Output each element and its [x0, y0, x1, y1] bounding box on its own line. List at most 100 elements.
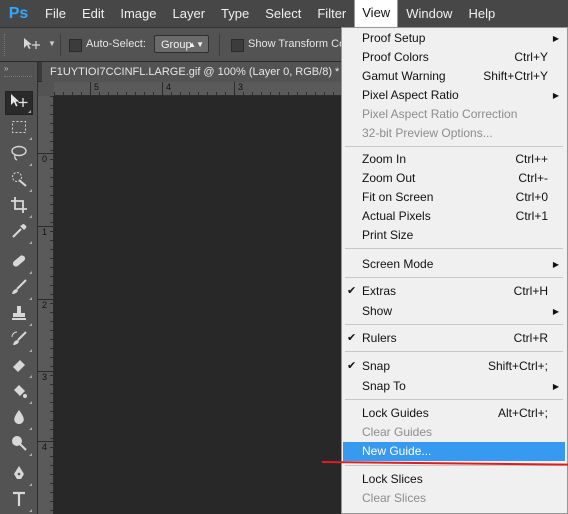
menu-item-lock-guides[interactable]: Lock Guides Alt+Ctrl+;	[343, 404, 565, 423]
brush-tool-button[interactable]	[5, 277, 33, 301]
menu-item-label: Clear Guides	[362, 425, 433, 439]
lasso-tool-button[interactable]	[5, 143, 33, 167]
crop-tool-button[interactable]	[5, 195, 33, 219]
show-transform-controls-checkbox[interactable]	[231, 39, 244, 52]
menu-item-label: Clear Slices	[362, 491, 427, 505]
tool-flyout-indicator	[29, 375, 32, 378]
checkmark-icon: ✔	[347, 360, 357, 372]
menu-item-label: Fit on Screen	[362, 190, 434, 204]
menu-item-clear-guides[interactable]: Clear Guides	[343, 423, 565, 442]
spot-healing-brush-tool-button[interactable]	[5, 251, 33, 275]
pen-tool-button[interactable]	[5, 463, 33, 487]
menu-item-label: Snap	[362, 359, 391, 373]
history-brush-tool-button[interactable]	[5, 329, 33, 353]
menu-separator	[345, 351, 563, 352]
chevron-updown-icon: ▲▼	[188, 40, 204, 49]
menu-item-snap-to[interactable]: Snap To ▶	[343, 377, 565, 396]
menu-item-print-size[interactable]: Print Size	[343, 226, 565, 245]
menu-item-label: New Guide...	[362, 444, 432, 458]
menu-item-label: Zoom Out	[362, 171, 416, 185]
menu-separator	[345, 399, 563, 400]
move-tool-button[interactable]	[5, 91, 33, 115]
menu-item-proof-colors[interactable]: Proof Colors Ctrl+Y	[343, 48, 565, 67]
ruler-label: 3	[42, 372, 48, 382]
menu-item-shortcut: Ctrl+R	[513, 331, 548, 345]
options-bar-grip[interactable]	[4, 34, 8, 56]
ruler-label: 4	[166, 82, 172, 92]
menu-item-shortcut: Ctrl+0	[515, 190, 548, 204]
vertical-ruler[interactable]: 0 1 2 3 4	[38, 96, 54, 514]
menu-item-clear-slices[interactable]: Clear Slices	[343, 489, 565, 508]
menu-item-pixel-aspect-ratio[interactable]: Pixel Aspect Ratio ▶	[343, 86, 565, 105]
tool-flyout-indicator	[29, 241, 32, 244]
menu-item-label: Pixel Aspect Ratio Correction	[362, 107, 518, 121]
paint-bucket-icon	[11, 383, 27, 403]
menu-item-lock-slices[interactable]: Lock Slices	[343, 470, 565, 489]
menu-item-32bit-preview-options[interactable]: 32-bit Preview Options...	[343, 124, 565, 143]
submenu-arrow-icon: ▶	[552, 260, 559, 269]
menu-item-actual-pixels[interactable]: Actual Pixels Ctrl+1	[343, 207, 565, 226]
clone-stamp-tool-button[interactable]	[5, 303, 33, 327]
menu-separator	[345, 146, 563, 147]
stamp-icon	[11, 305, 27, 325]
document-tab[interactable]: F1UYTIOI7CCINFL.LARGE.gif @ 100% (Layer …	[42, 62, 342, 82]
tool-flyout-indicator	[29, 323, 32, 326]
menu-separator	[345, 248, 563, 249]
menu-item-proof-setup[interactable]: Proof Setup ▶	[343, 29, 565, 48]
menu-item-label: Screen Mode	[362, 257, 434, 271]
menu-item-snap[interactable]: ✔ Snap Shift+Ctrl+;	[343, 357, 565, 376]
eraser-tool-button[interactable]	[5, 355, 33, 379]
menu-item-label: 32-bit Preview Options...	[362, 126, 493, 140]
ruler-label: 4	[42, 442, 48, 452]
menu-layer[interactable]: Layer	[165, 0, 214, 28]
tool-preset-dropdown-icon[interactable]: ▼	[48, 39, 56, 48]
ruler-label: 2	[42, 300, 48, 310]
menu-item-rulers[interactable]: ✔ Rulers Ctrl+R	[343, 329, 565, 348]
checkmark-icon: ✔	[347, 332, 357, 344]
paint-bucket-tool-button[interactable]	[5, 381, 33, 405]
menu-item-label: Print Size	[362, 228, 414, 242]
menu-edit[interactable]: Edit	[74, 0, 112, 28]
menu-item-screen-mode[interactable]: Screen Mode ▶	[343, 255, 565, 274]
menu-separator	[345, 277, 563, 278]
tool-flyout-indicator	[29, 509, 32, 512]
menu-select[interactable]: Select	[257, 0, 309, 28]
options-divider	[60, 34, 61, 56]
ruler-origin[interactable]	[38, 82, 54, 96]
menu-item-extras[interactable]: ✔ Extras Ctrl+H	[343, 282, 565, 301]
dodge-tool-button[interactable]	[5, 433, 33, 457]
eyedropper-tool-button[interactable]	[5, 221, 33, 245]
marquee-icon	[11, 120, 27, 138]
type-tool-button[interactable]	[5, 489, 33, 513]
menu-file[interactable]: File	[37, 0, 74, 28]
menu-image[interactable]: Image	[112, 0, 164, 28]
menu-item-zoom-out[interactable]: Zoom Out Ctrl+-	[343, 169, 565, 188]
menu-item-shortcut: Shift+Ctrl+;	[487, 359, 548, 373]
menu-window[interactable]: Window	[398, 0, 460, 28]
menu-filter[interactable]: Filter	[309, 0, 354, 28]
move-tool-icon[interactable]	[22, 37, 42, 54]
menu-type[interactable]: Type	[213, 0, 257, 28]
menu-item-label: Show	[362, 304, 393, 318]
menu-item-show[interactable]: Show ▶	[343, 302, 565, 321]
menu-view[interactable]: View	[354, 0, 399, 28]
menu-item-zoom-in[interactable]: Zoom In Ctrl++	[343, 150, 565, 169]
collapse-panel-icon[interactable]: »	[4, 64, 8, 73]
menu-help[interactable]: Help	[460, 0, 503, 28]
brush-icon	[11, 279, 27, 299]
rectangular-marquee-tool-button[interactable]	[5, 117, 33, 141]
auto-select-target-dropdown[interactable]: Group ▲▼	[154, 35, 209, 53]
tool-flyout-indicator	[29, 483, 32, 486]
menu-item-fit-on-screen[interactable]: Fit on Screen Ctrl+0	[343, 188, 565, 207]
menu-item-label: Gamut Warning	[362, 69, 446, 83]
menu-item-new-guide[interactable]: New Guide...	[343, 442, 565, 461]
menu-item-gamut-warning[interactable]: Gamut Warning Shift+Ctrl+Y	[343, 67, 565, 86]
menu-item-pixel-aspect-ratio-correction[interactable]: Pixel Aspect Ratio Correction	[343, 105, 565, 124]
menu-item-label: Actual Pixels	[362, 209, 431, 223]
blur-tool-button[interactable]	[5, 407, 33, 431]
ruler-label: 0	[42, 154, 48, 164]
quick-selection-tool-button[interactable]	[5, 169, 33, 193]
menu-item-label: Extras	[362, 284, 397, 298]
tools-panel-grip[interactable]	[4, 76, 32, 83]
auto-select-checkbox[interactable]	[69, 39, 82, 52]
